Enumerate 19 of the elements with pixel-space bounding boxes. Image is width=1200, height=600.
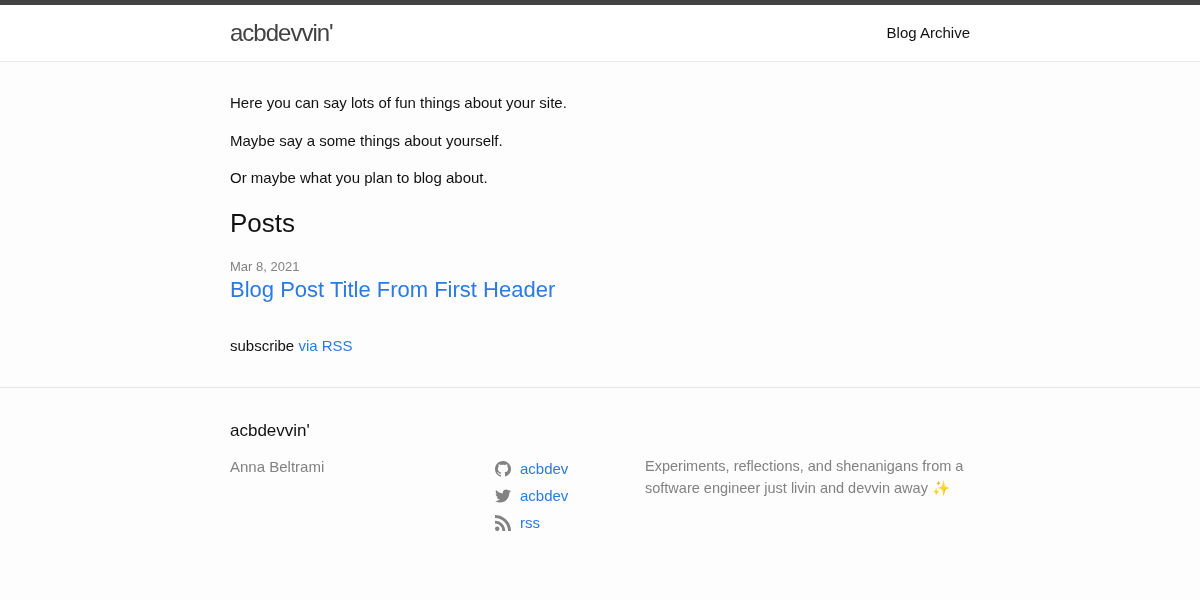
rss-icon [495,515,511,532]
rss-link[interactable]: via RSS [298,336,353,354]
social-link[interactable]: rss [520,512,540,535]
intro-paragraph: Or maybe what you plan to blog about. [230,168,489,188]
bird-icon [495,488,511,505]
posts-heading: Posts [230,207,297,239]
github-icon [495,461,511,478]
site-description: Experiments, reflections, and shenanigans from a software engineer just livin and devvin away ✨ [645,456,965,498]
footer-title: acbdevvin' [230,420,311,443]
social-link[interactable]: acbdev [520,458,569,481]
post-title-link[interactable]: Blog Post Title From First Header [230,277,556,303]
nav-link[interactable]: Blog Archive [886,23,970,41]
intro-paragraph: Here you can say lots of fun things about your site. [230,93,568,113]
site-title-link[interactable]: acbdevvin' [230,15,333,51]
author-name: Anna Beltrami [230,456,326,477]
intro-paragraph: Maybe say a some things about yourself. [230,130,504,151]
post-date: Mar 8, 2021 [230,257,301,276]
social-link[interactable]: acbdev [520,485,569,508]
subscribe-text: subscribe via RSS [230,335,354,356]
